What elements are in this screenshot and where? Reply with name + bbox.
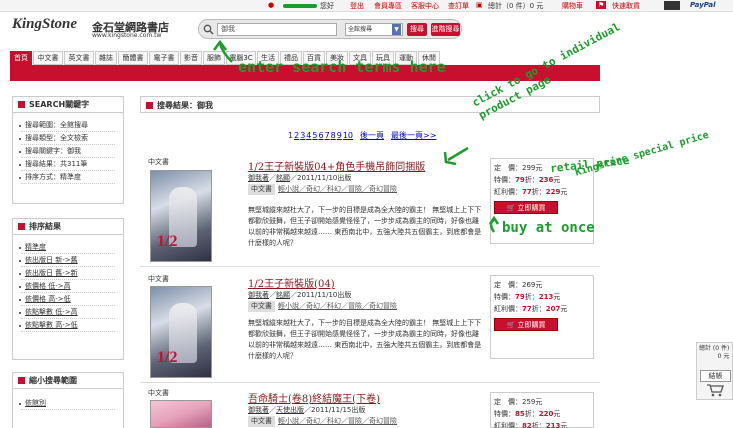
annotation-buy: buy at once (502, 220, 595, 236)
annotation-search: enter search terms here (238, 58, 446, 76)
